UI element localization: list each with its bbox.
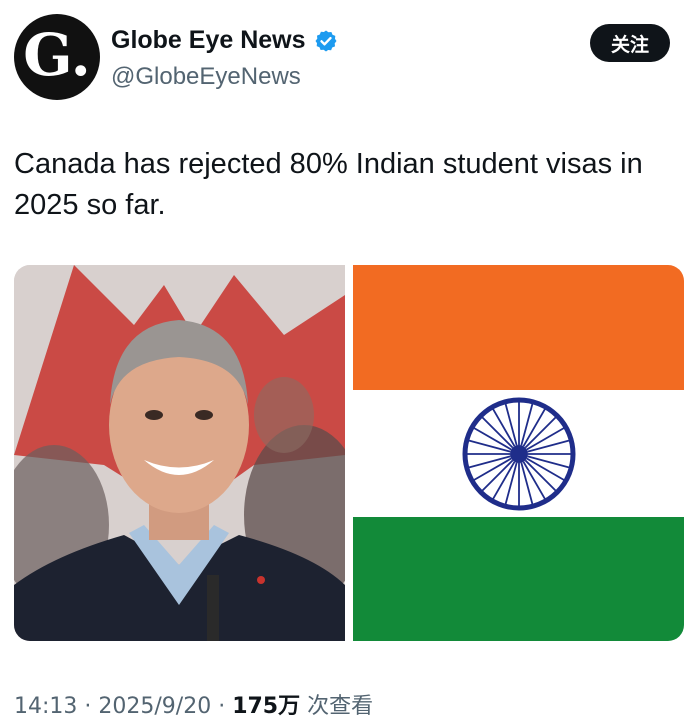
flag-green-band xyxy=(353,517,684,641)
ashoka-chakra-icon xyxy=(462,397,576,511)
tweet-date[interactable]: 2025/9/20 xyxy=(98,694,211,719)
chakra-spoke xyxy=(524,416,557,449)
chakra-spoke xyxy=(481,416,514,449)
display-name[interactable]: Globe Eye News xyxy=(111,26,306,55)
media-india-flag[interactable] xyxy=(353,265,684,641)
meta-separator: · xyxy=(77,694,99,719)
avatar-logo-letter: G. xyxy=(23,21,91,89)
chakra-spoke xyxy=(481,459,514,492)
author-name-row: Globe Eye News xyxy=(111,26,338,55)
verified-badge-icon xyxy=(315,30,337,51)
man-photo-illustration xyxy=(14,265,345,641)
flag-saffron-band xyxy=(353,265,684,390)
media-photo-left[interactable] xyxy=(14,265,345,641)
meta-separator: · xyxy=(211,694,233,719)
tweet-time[interactable]: 14:13 xyxy=(14,694,77,719)
follow-button[interactable]: 关注 xyxy=(590,24,670,62)
avatar[interactable]: G. xyxy=(14,14,100,100)
views-label: 次查看 xyxy=(300,694,374,719)
chakra-spoke xyxy=(524,459,557,492)
tweet-text: Canada has rejected 80% Indian student v… xyxy=(14,148,643,221)
author-handle[interactable]: @GlobeEyeNews xyxy=(111,63,301,91)
views-count: 175万 xyxy=(232,694,301,719)
tweet-meta: 14:13 · 2025/9/20 · 175万 次查看 xyxy=(14,688,373,720)
